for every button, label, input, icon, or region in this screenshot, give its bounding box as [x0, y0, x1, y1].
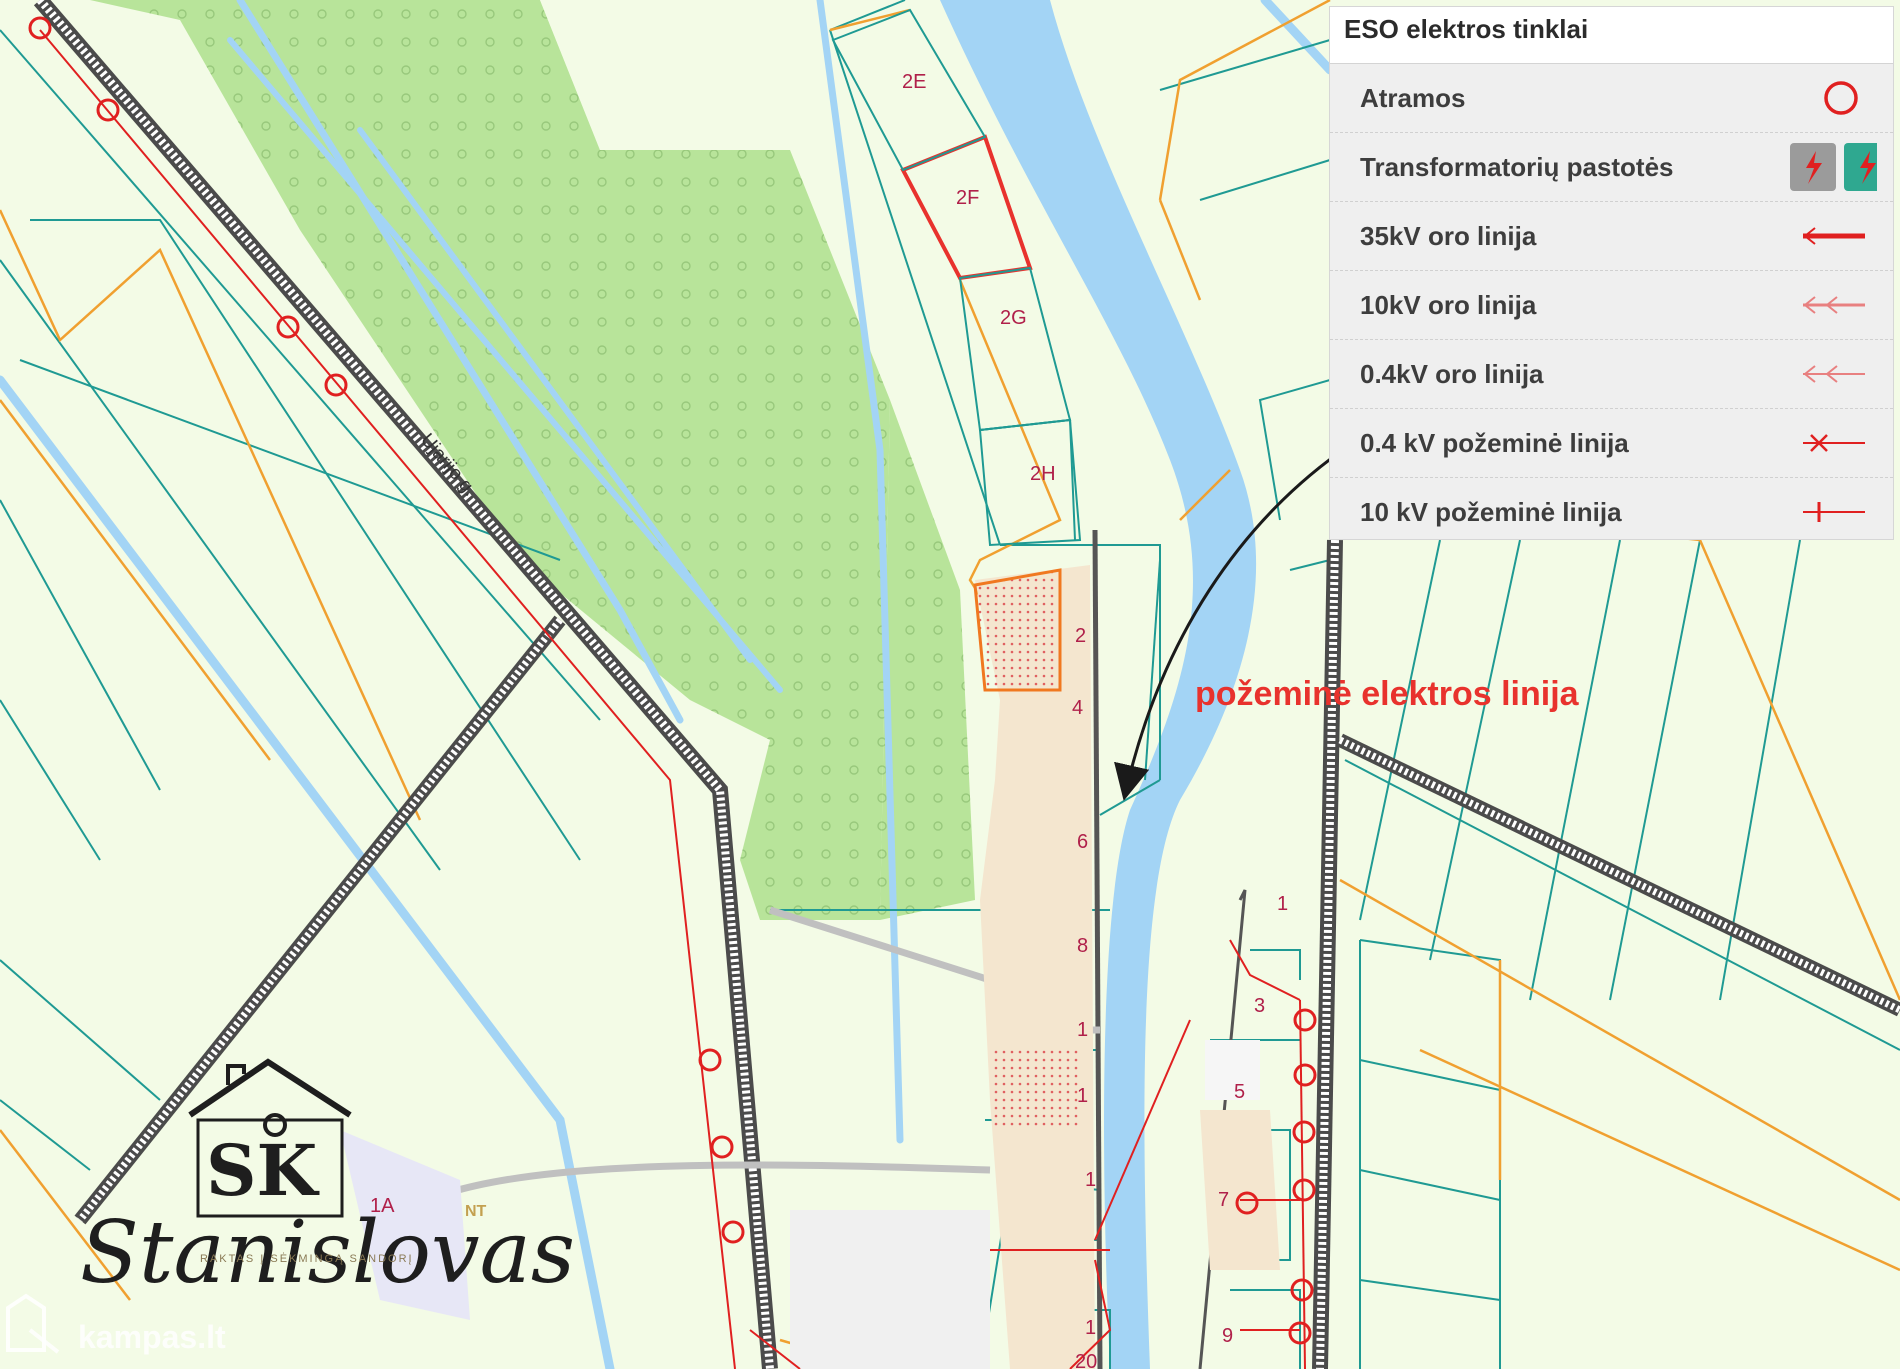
line-10kv-air-icon	[1803, 296, 1865, 314]
plot-label-3: 3	[1254, 995, 1265, 1017]
plot-label-2f: 2F	[956, 187, 979, 209]
legend-item-substations[interactable]: Transformatorių pastotės	[1330, 133, 1893, 202]
plot-label-5: 5	[1234, 1081, 1245, 1103]
legend-item-poles[interactable]: Atramos	[1330, 64, 1893, 133]
plot-label-7: 7	[1218, 1189, 1229, 1211]
legend-item-35kv[interactable]: 35kV oro linija	[1330, 202, 1893, 271]
plot-label-12: 1	[1077, 1085, 1088, 1107]
plot-label-2: 2	[1075, 625, 1086, 647]
plot-label-8: 8	[1077, 935, 1088, 957]
watermark-text: kampas.lt	[78, 1319, 226, 1355]
plot-label-2g: 2G	[1000, 307, 1027, 329]
legend-item-10kv-air[interactable]: 10kV oro linija	[1330, 271, 1893, 340]
line-35kv-icon	[1803, 227, 1865, 245]
line-10kv-underground-icon	[1803, 502, 1865, 522]
pole-circle-icon	[1824, 81, 1858, 115]
legend-label: 10kV oro linija	[1360, 290, 1537, 320]
line-04kv-air-icon	[1803, 365, 1865, 383]
legend-item-10kv-underground[interactable]: 10 kV požeminė linija	[1330, 478, 1893, 546]
plot-label-10: 1	[1077, 1019, 1088, 1041]
plot-label-1: 1	[1277, 893, 1288, 915]
plot-label-6: 6	[1077, 831, 1088, 853]
legend-label: 0.4 kV požeminė linija	[1360, 428, 1629, 458]
plot-label-9: 9	[1222, 1325, 1233, 1347]
legend-label: Transformatorių pastotės	[1360, 152, 1674, 182]
logo-initials: SK	[206, 1129, 320, 1212]
legend-label: 10 kV požeminė linija	[1360, 497, 1622, 527]
legend-label: 0.4kV oro linija	[1360, 359, 1544, 389]
plot-label-4: 4	[1072, 697, 1083, 719]
logo-tagline: RAKTAS Į SĖKMINGĄ SANDORĮ	[200, 1252, 414, 1265]
annotation-label: požeminė elektros linija	[1195, 675, 1580, 713]
legend-label: 35kV oro linija	[1360, 221, 1537, 251]
legend-item-04kv-air[interactable]: 0.4kV oro linija	[1330, 340, 1893, 409]
logo-badge: NT	[465, 1203, 487, 1220]
line-04kv-underground-icon	[1803, 434, 1865, 452]
legend-panel: ESO elektros tinklai Atramos Transformat…	[1329, 6, 1894, 540]
legend-title: ESO elektros tinklai	[1330, 7, 1893, 64]
plot-label-2e: 2E	[902, 71, 926, 93]
plot-label-18: 1	[1085, 1317, 1096, 1339]
legend-item-04kv-underground[interactable]: 0.4 kV požeminė linija	[1330, 409, 1893, 478]
substation-icon	[1790, 143, 1877, 191]
plot-label-14: 1	[1085, 1169, 1096, 1191]
legend-label: Atramos	[1360, 83, 1466, 113]
plot-label-2h: 2H	[1030, 463, 1056, 485]
plot-label-20: 20	[1075, 1351, 1097, 1369]
